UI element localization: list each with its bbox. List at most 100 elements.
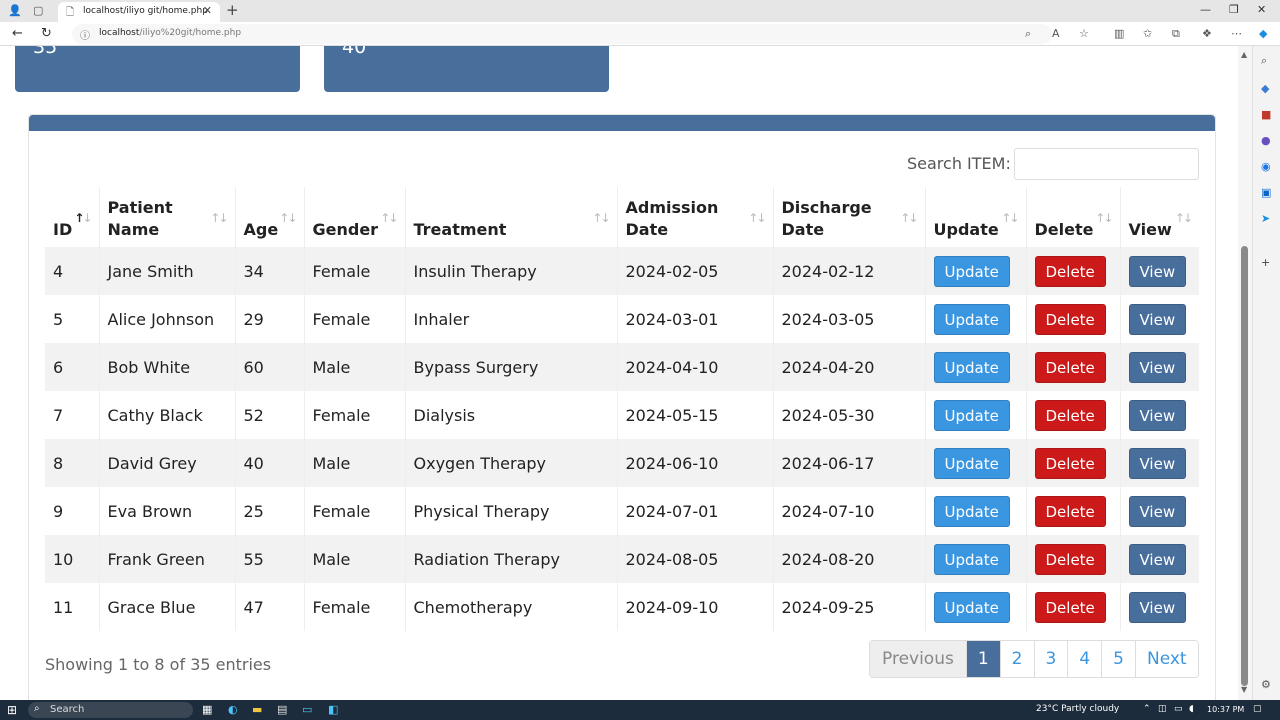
page-button[interactable]: 1 [966, 641, 1001, 677]
start-icon[interactable]: ⊞ [7, 703, 17, 717]
sidebar-tag-icon[interactable]: ◆ [1261, 82, 1269, 95]
delete-button[interactable]: Delete [1034, 447, 1106, 479]
view-button[interactable]: View [1128, 399, 1187, 431]
back-icon[interactable]: ← [12, 26, 23, 41]
cell-gender: Female [304, 391, 406, 439]
view-button[interactable]: View [1128, 303, 1187, 335]
sidebar-add-icon[interactable]: + [1261, 256, 1270, 269]
page-button[interactable]: 4 [1068, 641, 1103, 677]
collections-icon[interactable]: ⧉ [1172, 27, 1180, 41]
page-button[interactable]: 2 [1000, 641, 1035, 677]
favorite-star-icon[interactable]: ☆ [1079, 27, 1089, 40]
delete-button[interactable]: Delete [1034, 303, 1106, 335]
col-patient-name[interactable]: Patient Name ↑↓ [99, 187, 236, 247]
next-button[interactable]: Next [1135, 641, 1198, 677]
scroll-up-icon[interactable]: ▲ [1241, 50, 1247, 59]
col-admission-date[interactable]: Admission Date ↑↓ [617, 187, 774, 247]
cell-patient-name: Cathy Black [99, 391, 236, 439]
update-button[interactable]: Update [933, 447, 1010, 479]
view-button[interactable]: View [1128, 495, 1187, 527]
col-delete[interactable]: Delete ↑↓ [1026, 187, 1121, 247]
page-button[interactable]: 3 [1034, 641, 1069, 677]
view-button[interactable]: View [1128, 591, 1187, 623]
cell-update: Update [925, 391, 1027, 439]
profile-icon[interactable]: 👤 [8, 4, 22, 18]
delete-button[interactable]: Delete [1034, 495, 1106, 527]
entries-info: Showing 1 to 8 of 35 entries [45, 655, 272, 674]
url-field[interactable]: ⓘ localhost/iliyo%20git/home.php [72, 24, 1052, 44]
view-button[interactable]: View [1128, 543, 1187, 575]
more-menu-icon[interactable]: ⋯ [1231, 27, 1242, 40]
copilot-icon[interactable]: ◆ [1259, 27, 1267, 40]
close-window-icon[interactable]: ✕ [1257, 3, 1266, 16]
new-tab-icon[interactable]: + [226, 1, 239, 19]
vscode-icon[interactable]: ◧ [328, 703, 338, 716]
table-row: 11 Grace Blue 47 Female Chemotherapy 2024-09-… [45, 583, 1199, 631]
weather-status[interactable]: 23°C Partly cloudy [1036, 704, 1119, 714]
read-aloud-icon[interactable]: A [1052, 27, 1060, 40]
update-button[interactable]: Update [933, 591, 1010, 623]
extensions-icon[interactable]: ❖ [1202, 27, 1212, 40]
refresh-icon[interactable]: ↻ [41, 26, 52, 41]
update-button[interactable]: Update [933, 399, 1010, 431]
minimize-icon[interactable]: — [1200, 3, 1211, 16]
sidebar-search-icon[interactable]: ⌕ [1261, 54, 1267, 68]
page-button[interactable]: 5 [1102, 641, 1136, 677]
view-button[interactable]: View [1128, 255, 1187, 287]
sidebar-tools-icon[interactable]: ■ [1261, 108, 1271, 121]
delete-button[interactable]: Delete [1034, 255, 1106, 287]
delete-button[interactable]: Delete [1034, 351, 1106, 383]
volume-icon[interactable]: ◖ [1189, 704, 1194, 714]
tray-chevron-icon[interactable]: ⌃ [1143, 704, 1151, 714]
sidebar-outlook-icon[interactable]: ▣ [1261, 186, 1271, 199]
tray-app-icon[interactable]: ◫ [1158, 704, 1167, 714]
notifications-icon[interactable]: ▢ [1253, 704, 1262, 714]
sidebar-send-icon[interactable]: ➤ [1261, 212, 1270, 225]
file-explorer-icon[interactable]: ▬ [252, 703, 262, 716]
col-update[interactable]: Update ↑↓ [925, 187, 1027, 247]
taskbar-search[interactable]: ⌕ Search [28, 702, 193, 718]
col-treatment[interactable]: Treatment ↑↓ [405, 187, 618, 247]
col-discharge-date[interactable]: Discharge Date ↑↓ [773, 187, 926, 247]
col-id[interactable]: ID ↑↓ [45, 187, 100, 247]
restore-icon[interactable]: ❐ [1229, 3, 1239, 16]
sidebar-circle-icon[interactable]: ◉ [1261, 160, 1271, 173]
cell-update: Update [925, 295, 1027, 343]
col-gender[interactable]: Gender ↑↓ [304, 187, 406, 247]
edge-icon[interactable]: ◐ [228, 703, 238, 716]
update-button[interactable]: Update [933, 351, 1010, 383]
col-view[interactable]: View ↑↓ [1120, 187, 1199, 247]
zoom-icon[interactable]: ⌕ [1025, 27, 1031, 41]
view-button[interactable]: View [1128, 447, 1187, 479]
cell-view: View [1120, 535, 1199, 583]
delete-button[interactable]: Delete [1034, 399, 1106, 431]
favorites-icon[interactable]: ✩ [1143, 27, 1152, 40]
split-screen-icon[interactable]: ▥ [1114, 27, 1124, 40]
search-input[interactable] [1014, 148, 1199, 180]
update-button[interactable]: Update [933, 255, 1010, 287]
update-button[interactable]: Update [933, 543, 1010, 575]
sidebar-people-icon[interactable]: ● [1261, 134, 1271, 147]
delete-button[interactable]: Delete [1034, 591, 1106, 623]
cell-age: 47 [235, 583, 305, 631]
page-scrollbar[interactable]: ▲ ▼ [1238, 46, 1252, 700]
task-view-icon[interactable]: ▦ [202, 703, 212, 716]
clock[interactable]: 10:37 PM [1207, 705, 1244, 714]
network-icon[interactable]: ▭ [1174, 704, 1183, 714]
sidebar-settings-icon[interactable]: ⚙ [1261, 678, 1271, 691]
col-age[interactable]: Age ↑↓ [235, 187, 305, 247]
scroll-down-icon[interactable]: ▼ [1241, 685, 1247, 694]
cell-gender: Female [304, 247, 406, 295]
update-button[interactable]: Update [933, 495, 1010, 527]
update-button[interactable]: Update [933, 303, 1010, 335]
delete-button[interactable]: Delete [1034, 543, 1106, 575]
view-button[interactable]: View [1128, 351, 1187, 383]
mail-icon[interactable]: ▭ [302, 703, 312, 716]
close-tab-icon[interactable]: ✕ [203, 4, 212, 17]
tab-actions-icon[interactable]: ▢ [33, 4, 47, 18]
site-info-icon[interactable]: ⓘ [80, 27, 90, 42]
store-icon[interactable]: ▤ [277, 703, 287, 716]
browser-tab[interactable]: 🗋 localhost/iliyo git/home.php ✕ [58, 2, 220, 22]
scroll-thumb[interactable] [1241, 246, 1248, 686]
previous-button[interactable]: Previous [870, 641, 967, 677]
